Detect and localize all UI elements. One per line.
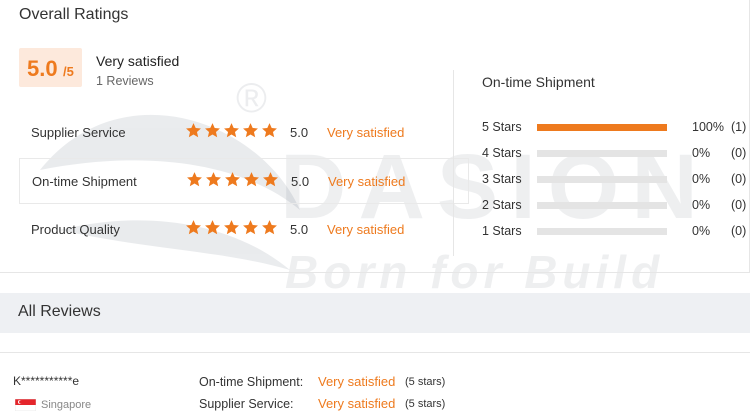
star-icon bbox=[243, 220, 258, 235]
star-icon bbox=[243, 123, 258, 138]
distribution-row-5-stars: 5 Stars 100% (1) bbox=[482, 118, 750, 138]
all-reviews-title: All Reviews bbox=[18, 303, 101, 320]
reviewer-name: K***********e bbox=[13, 374, 80, 388]
distribution-percent: 0% bbox=[692, 224, 711, 238]
distribution-percent: 0% bbox=[692, 172, 711, 186]
distribution-percent: 100% bbox=[692, 120, 724, 134]
distribution-bar bbox=[537, 150, 667, 157]
rating-value: 5.0 bbox=[291, 174, 310, 189]
star-icon bbox=[224, 123, 239, 138]
star-icon bbox=[262, 220, 277, 235]
review-rating-label: Supplier Service: bbox=[199, 397, 294, 411]
distribution-count: (0) bbox=[731, 146, 747, 160]
distribution-count: (0) bbox=[731, 172, 747, 186]
star-icon bbox=[187, 172, 202, 187]
distribution-percent: 0% bbox=[692, 146, 711, 160]
rating-row-supplier-service: Supplier Service 5.0 Very satisfied bbox=[19, 110, 469, 156]
rating-text: Very satisfied bbox=[327, 222, 405, 237]
distribution-row-2-stars: 2 Stars 0% (0) bbox=[482, 196, 750, 216]
distribution-percent: 0% bbox=[692, 198, 711, 212]
distribution-bar bbox=[537, 202, 667, 209]
reviewer-country: Singapore bbox=[41, 399, 92, 411]
review-rating-value: Very satisfied bbox=[318, 374, 396, 389]
star-icon bbox=[263, 172, 278, 187]
distribution-count: (1) bbox=[731, 120, 747, 134]
rating-row-product-quality: Product Quality 5.0 Very satisfied bbox=[19, 207, 469, 253]
star-rating bbox=[185, 122, 278, 139]
star-icon bbox=[225, 172, 240, 187]
distribution-row-1-stars: 1 Stars 0% (0) bbox=[482, 222, 750, 242]
overall-ratings-title: Overall Ratings bbox=[19, 6, 129, 23]
star-icon bbox=[205, 123, 220, 138]
star-rating bbox=[185, 219, 278, 236]
all-reviews-header: All Reviews bbox=[0, 293, 750, 333]
distribution-label: 2 Stars bbox=[482, 198, 522, 212]
rating-text: Very satisfied bbox=[327, 125, 405, 140]
distribution-row-3-stars: 3 Stars 0% (0) bbox=[482, 170, 750, 190]
distribution-bar bbox=[537, 124, 667, 131]
rating-value: 5.0 bbox=[290, 125, 309, 140]
star-icon bbox=[205, 220, 220, 235]
review-rating-note: (5 stars) bbox=[405, 376, 446, 388]
star-icon bbox=[224, 220, 239, 235]
rating-label: Product Quality bbox=[31, 222, 120, 237]
overall-review-count: 1 Reviews bbox=[96, 74, 154, 88]
shipment-distribution-title: On-time Shipment bbox=[482, 74, 595, 90]
star-rating bbox=[186, 171, 279, 188]
star-icon bbox=[186, 123, 201, 138]
review-rating-value: Very satisfied bbox=[318, 396, 396, 411]
singapore-flag-icon bbox=[15, 399, 36, 411]
vertical-divider bbox=[453, 70, 454, 256]
star-icon bbox=[186, 220, 201, 235]
distribution-count: (0) bbox=[731, 224, 747, 238]
distribution-label: 3 Stars bbox=[482, 172, 522, 186]
distribution-label: 1 Stars bbox=[482, 224, 522, 238]
star-icon bbox=[206, 172, 221, 187]
review-divider bbox=[0, 352, 750, 353]
rating-label: On-time Shipment bbox=[32, 174, 137, 189]
distribution-label: 4 Stars bbox=[482, 146, 522, 160]
overall-summary: Very satisfied bbox=[96, 53, 180, 69]
distribution-bar bbox=[537, 228, 667, 235]
star-icon bbox=[262, 123, 277, 138]
distribution-bar bbox=[537, 176, 667, 183]
star-icon bbox=[244, 172, 259, 187]
distribution-label: 5 Stars bbox=[482, 120, 522, 134]
rating-row-on-time-shipment[interactable]: On-time Shipment 5.0 Very satisfied bbox=[19, 158, 469, 204]
distribution-count: (0) bbox=[731, 198, 747, 212]
rating-text: Very satisfied bbox=[328, 174, 406, 189]
overall-score: 5.0 bbox=[27, 56, 58, 81]
overall-score-max: /5 bbox=[63, 64, 74, 79]
overall-score-badge: 5.0 /5 bbox=[19, 48, 82, 87]
distribution-bar-fill bbox=[537, 124, 667, 131]
distribution-row-4-stars: 4 Stars 0% (0) bbox=[482, 144, 750, 164]
rating-label: Supplier Service bbox=[31, 125, 126, 140]
review-rating-label: On-time Shipment: bbox=[199, 375, 304, 389]
rating-value: 5.0 bbox=[290, 222, 309, 237]
review-rating-note: (5 stars) bbox=[405, 398, 446, 410]
overall-ratings-panel: Overall Ratings 5.0 /5 Very satisfied 1 … bbox=[0, 0, 750, 273]
